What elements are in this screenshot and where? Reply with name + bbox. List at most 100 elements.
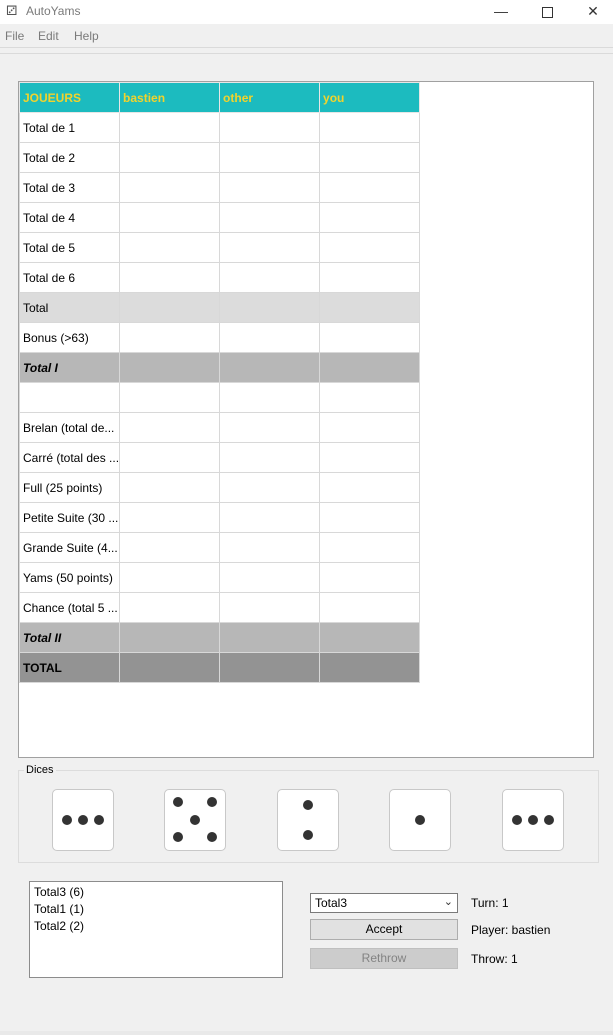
score-cell-bastien[interactable] [119,652,221,683]
score-cell-other[interactable] [219,292,321,323]
score-cell-bastien[interactable] [119,112,221,143]
score-cell-other[interactable] [219,322,321,353]
row-label: Total de 3 [18,172,121,203]
score-cell-you[interactable] [319,232,421,263]
score-cell-you[interactable] [319,652,421,683]
score-cell-you[interactable] [319,292,421,323]
throw-label: Throw: 1 [471,952,518,966]
score-cell-bastien[interactable] [119,322,221,353]
score-cell-other[interactable] [219,352,321,383]
score-cell-bastien[interactable] [119,352,221,383]
list-item[interactable]: Total3 (6) [34,884,278,901]
score-cell-other[interactable] [219,502,321,533]
die-5[interactable] [502,789,564,851]
score-cell-bastien[interactable] [119,232,221,263]
score-cell-you[interactable] [319,412,421,443]
minimize-button[interactable]: — [478,0,524,24]
menu-help[interactable]: Help [74,29,99,43]
score-cell-other[interactable] [219,172,321,203]
score-cell-you[interactable] [319,592,421,623]
score-cell-other[interactable] [219,622,321,653]
die-2[interactable] [164,789,226,851]
score-cell-you[interactable] [319,142,421,173]
score-cell-bastien[interactable] [119,622,221,653]
list-item[interactable]: Total2 (2) [34,918,278,935]
score-cell-other[interactable] [219,412,321,443]
score-cell-bastien[interactable] [119,142,221,173]
die-3[interactable] [277,789,339,851]
score-cell-other[interactable] [219,652,321,683]
score-table: JOUEURS bastien other you Total de 1 Tota… [18,82,421,683]
score-cell-other[interactable] [219,112,321,143]
score-cell-bastien[interactable] [119,262,221,293]
bottom-edge [0,1031,613,1035]
row-label: Full (25 points) [18,472,121,503]
score-cell-you[interactable] [319,322,421,353]
score-cell-bastien[interactable] [119,592,221,623]
score-cell-bastien[interactable] [119,502,221,533]
maximize-button[interactable] [524,0,570,24]
die-pip [303,800,313,810]
score-cell-you[interactable] [319,472,421,503]
row-label: Total de 1 [18,112,121,143]
close-icon: ✕ [587,3,599,19]
score-cell-other[interactable] [219,562,321,593]
accept-button[interactable]: Accept [310,919,458,940]
die-4[interactable] [389,789,451,851]
score-cell-bastien[interactable] [119,472,221,503]
score-cell-you[interactable] [319,502,421,533]
rethrow-button[interactable]: Rethrow [310,948,458,969]
score-cell-you[interactable] [319,352,421,383]
menu-divider [0,53,613,54]
score-cell-bastien[interactable] [119,382,221,413]
list-item[interactable]: Total1 (1) [34,901,278,918]
score-cell-other[interactable] [219,202,321,233]
score-cell-bastien[interactable] [119,442,221,473]
score-grid[interactable]: JOUEURS bastien other you Total de 1 Tota… [18,81,594,758]
header-players[interactable]: JOUEURS [18,82,121,113]
row-label: Grande Suite (4... [18,532,121,563]
score-cell-you[interactable] [319,202,421,233]
score-cell-other[interactable] [219,382,321,413]
score-cell-you[interactable] [319,442,421,473]
row-label [18,382,121,413]
die-pip [93,815,104,825]
score-cell-you[interactable] [319,112,421,143]
score-cell-bastien[interactable] [119,412,221,443]
score-cell-bastien[interactable] [119,562,221,593]
score-cell-other[interactable] [219,142,321,173]
score-cell-you[interactable] [319,562,421,593]
header-player-bastien[interactable]: bastien [119,82,221,113]
table-row: Grande Suite (4... [18,532,421,563]
score-cell-other[interactable] [219,232,321,263]
header-player-other[interactable]: other [219,82,321,113]
header-player-you[interactable]: you [319,82,421,113]
close-button[interactable]: ✕ [570,0,613,24]
die-pip [173,831,184,842]
table-row: Total de 5 [18,232,421,263]
score-cell-bastien[interactable] [119,172,221,203]
row-label: Total II [18,622,121,653]
score-cell-you[interactable] [319,622,421,653]
table-row: Total de 4 [18,202,421,233]
window-title: AutoYams [26,4,81,18]
score-cell-you[interactable] [319,382,421,413]
menu-edit[interactable]: Edit [38,29,59,43]
score-cell-other[interactable] [219,532,321,563]
score-cell-other[interactable] [219,442,321,473]
score-cell-other[interactable] [219,592,321,623]
score-cell-you[interactable] [319,532,421,563]
score-cell-bastien[interactable] [119,532,221,563]
die-1[interactable] [52,789,114,851]
score-cell-you[interactable] [319,172,421,203]
score-cell-you[interactable] [319,262,421,293]
score-cell-other[interactable] [219,262,321,293]
table-row: Total de 3 [18,172,421,203]
category-select[interactable]: Total3 ⌄ [310,893,458,913]
menu-file[interactable]: File [5,29,24,43]
menu-bar: File Edit Help [0,26,613,46]
history-list[interactable]: Total3 (6) Total1 (1) Total2 (2) [29,881,283,978]
score-cell-bastien[interactable] [119,202,221,233]
score-cell-other[interactable] [219,472,321,503]
score-cell-bastien[interactable] [119,292,221,323]
